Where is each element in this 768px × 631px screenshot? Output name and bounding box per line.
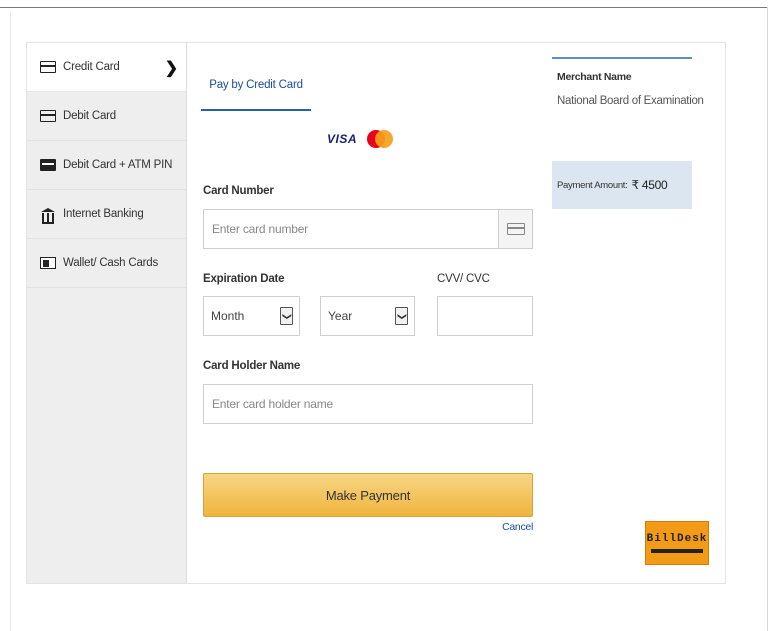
card-number-input[interactable]: Enter card number — [203, 209, 533, 249]
merchant-info-box: Merchant Name National Board of Examinat… — [552, 57, 704, 209]
chevron-down-icon: ❯ — [280, 307, 293, 325]
expiry-year-value: Year — [328, 309, 353, 323]
merchant-name-label: Merchant Name — [557, 71, 632, 83]
window-top-border — [0, 7, 768, 8]
card-number-placeholder: Enter card number — [212, 222, 308, 236]
sidebar-item-wallet-cash-cards[interactable]: Wallet/ Cash Cards — [27, 239, 186, 288]
sidebar-item-label: Debit Card — [63, 110, 116, 122]
debit-card-icon — [40, 110, 56, 122]
sidebar-item-debit-card[interactable]: Debit Card — [27, 92, 186, 141]
credit-card-icon — [40, 61, 56, 73]
chevron-down-icon: ❯ — [395, 307, 408, 325]
merchant-name-value: National Board of Examination — [557, 95, 704, 107]
cvv-input[interactable] — [437, 296, 533, 336]
expiry-year-select[interactable]: Year ❯ — [320, 296, 415, 336]
expiry-month-value: Month — [211, 309, 245, 323]
sidebar-item-label: Debit Card + ATM PIN — [63, 159, 173, 171]
make-payment-button[interactable]: Make Payment — [203, 473, 533, 517]
cancel-link[interactable]: Cancel — [497, 521, 533, 533]
sidebar-item-label: Credit Card — [63, 61, 120, 73]
payment-amount-band: Payment Amount: ₹ 4500 — [552, 161, 692, 209]
card-holder-placeholder: Enter card holder name — [212, 397, 334, 411]
billdesk-logo: BillDesk — [645, 521, 709, 565]
payment-amount-label: Payment Amount: — [557, 179, 628, 191]
payment-panel: Credit Card ❯ Debit Card Debit Card + AT… — [26, 42, 726, 584]
expiry-month-select[interactable]: Month ❯ — [203, 296, 300, 336]
visa-logo: VISA — [327, 132, 358, 146]
accepted-cards: VISA — [327, 129, 395, 149]
card-number-label: Card Number — [203, 185, 274, 197]
wallet-icon — [40, 257, 56, 269]
sidebar-item-label: Internet Banking — [63, 208, 144, 220]
card-type-icon — [498, 210, 532, 248]
card-holder-name-input[interactable]: Enter card holder name — [203, 384, 533, 424]
bank-icon — [40, 208, 56, 224]
mastercard-logo — [365, 129, 395, 149]
sidebar-item-debit-card-atm-pin[interactable]: Debit Card + ATM PIN — [27, 141, 186, 190]
payment-method-sidebar: Credit Card ❯ Debit Card Debit Card + AT… — [27, 43, 187, 583]
window-left-border — [10, 12, 11, 631]
expiration-date-label: Expiration Date — [203, 273, 285, 285]
payment-amount-value: ₹ 4500 — [631, 178, 668, 192]
atm-card-icon — [40, 159, 56, 171]
sidebar-item-credit-card[interactable]: Credit Card ❯ — [27, 43, 186, 92]
sidebar-item-label: Wallet/ Cash Cards — [63, 257, 159, 269]
sidebar-item-internet-banking[interactable]: Internet Banking — [27, 190, 186, 239]
chevron-right-icon: ❯ — [164, 60, 178, 77]
card-holder-name-label: Card Holder Name — [203, 360, 301, 372]
tab-pay-by-credit-card[interactable]: Pay by Credit Card — [201, 73, 311, 111]
cvv-label: CVV/ CVC — [437, 273, 490, 285]
